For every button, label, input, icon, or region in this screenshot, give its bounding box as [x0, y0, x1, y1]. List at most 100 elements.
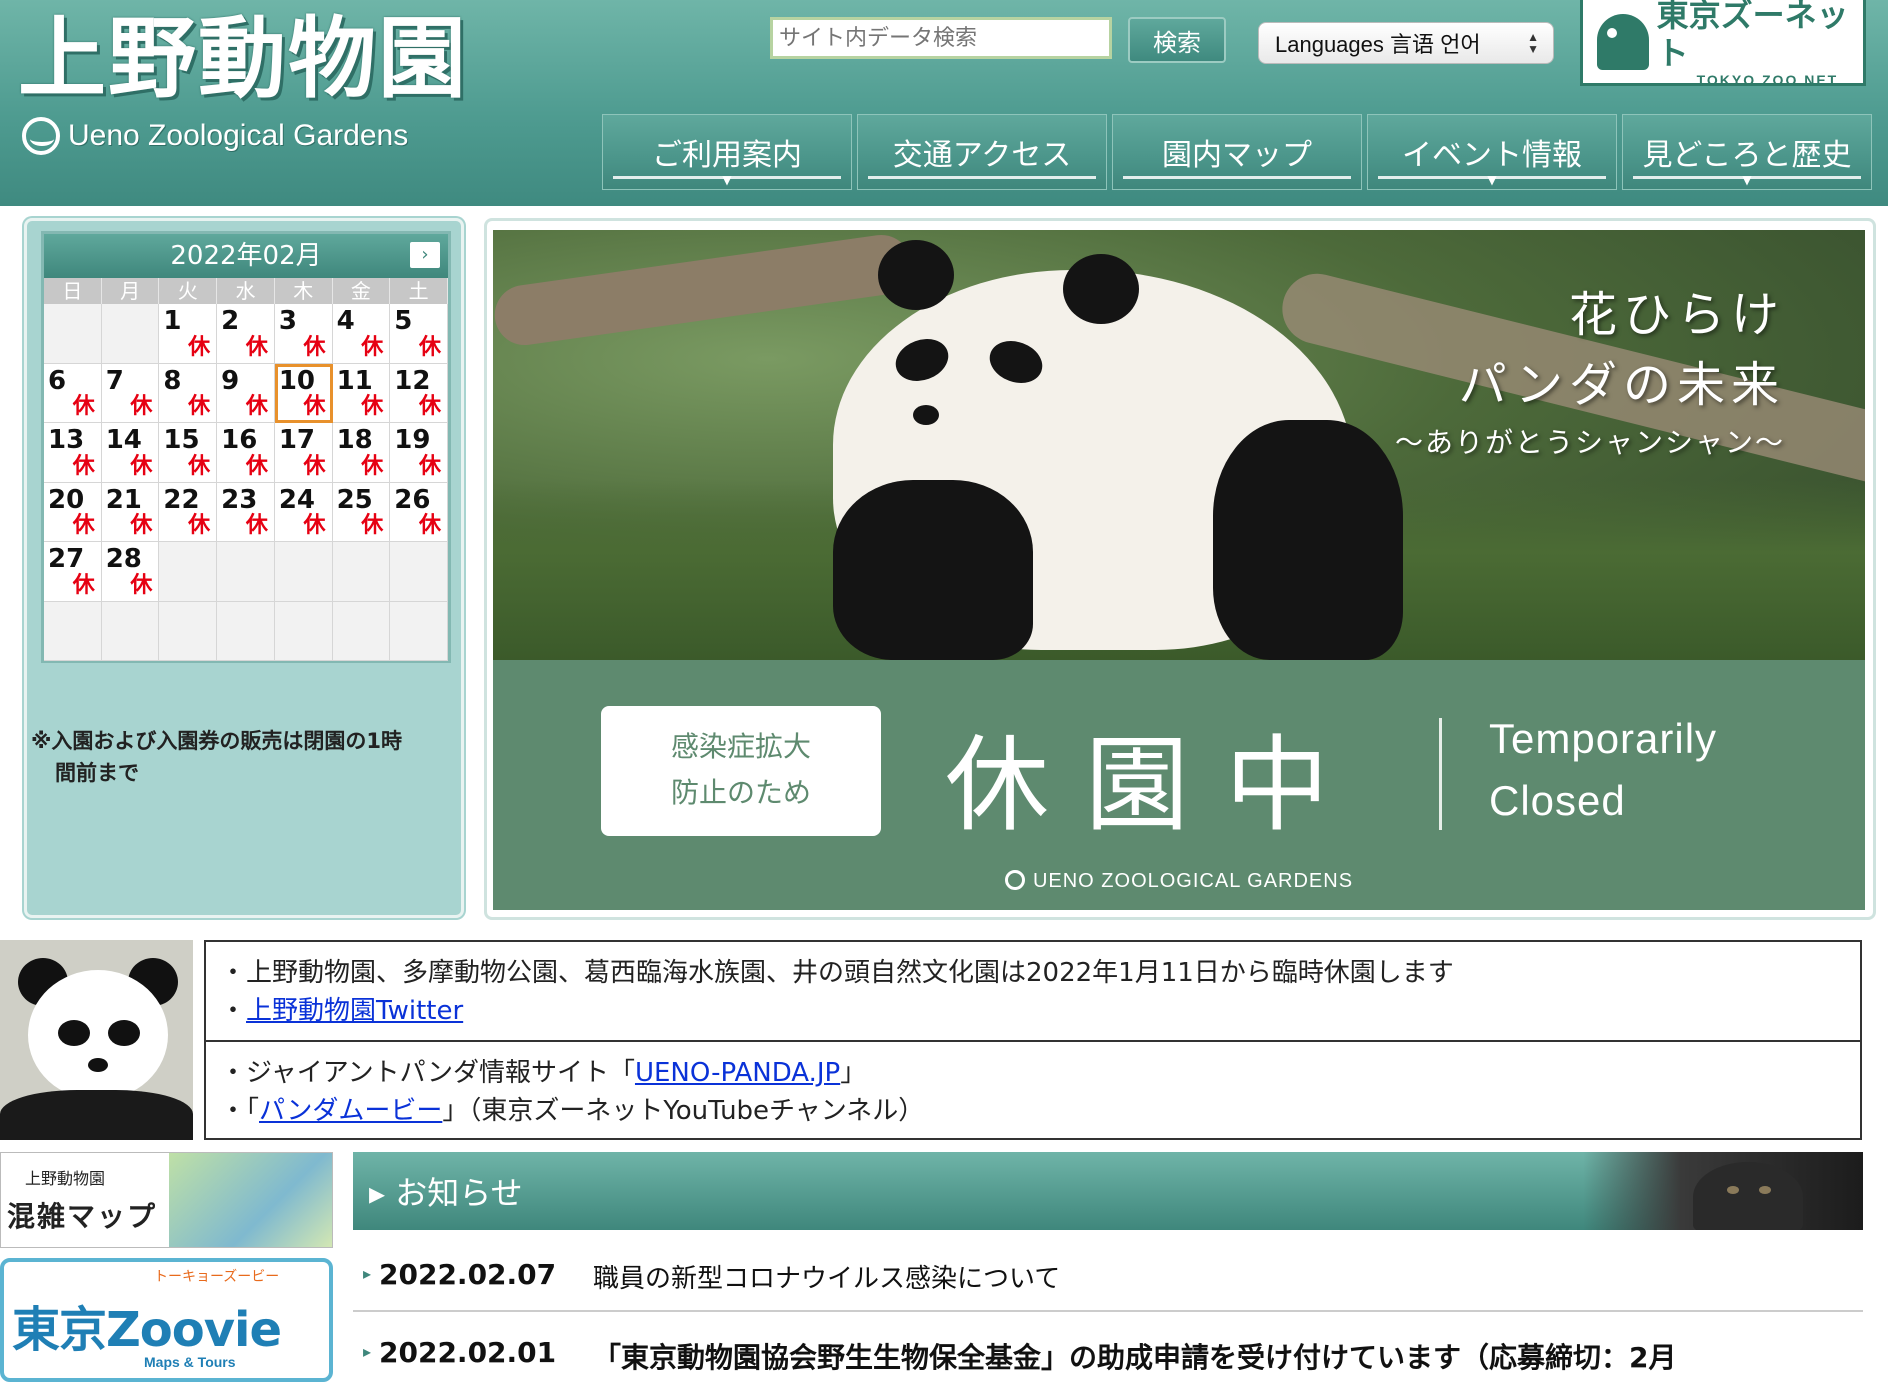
band-divider	[1439, 718, 1442, 830]
closed-mark: 休	[303, 453, 326, 479]
closed-mark: 休	[418, 394, 441, 419]
closed-mark: 休	[188, 513, 211, 538]
nav-item-label: 見どころと歴史	[1642, 138, 1852, 173]
calendar-day[interactable]: 5休	[390, 304, 448, 364]
calendar-day[interactable]: 24 休	[274, 482, 333, 542]
weekday-label: 金	[333, 278, 391, 304]
chevron-down-icon: ▼	[1742, 173, 1752, 187]
calendar-day-number: 3	[278, 306, 297, 336]
news-heading: ▸ お知らせ	[369, 1174, 523, 1212]
language-select[interactable]: Languages 言语 언어 ▲ ▼	[1258, 22, 1554, 64]
nav-item-1[interactable]: 交通アクセス	[857, 114, 1107, 190]
calendar-day-number: 6	[48, 365, 67, 396]
calendar-day[interactable]: 18 休	[332, 423, 391, 483]
news-item[interactable]: ▸ 2022.02.07 職員の新型コロナウイルス感染について	[353, 1242, 1863, 1310]
calendar-day[interactable]: 13 休	[44, 423, 102, 483]
calendar-empty-cell	[332, 601, 391, 661]
calendar-day[interactable]: 23 休	[217, 482, 275, 542]
calendar-day-number: 8	[163, 365, 182, 396]
closed-mark: 休	[130, 513, 153, 538]
calendar-day-number: 2	[221, 306, 240, 336]
calendar-day[interactable]: 3休	[274, 304, 333, 364]
chevron-down-icon: ▼	[1487, 173, 1497, 187]
closure-notice-text: ・上野動物園、多摩動物公園、葛西臨海水族園、井の頭自然文化園は2022年1月11…	[220, 958, 1454, 988]
calendar-empty-cell	[217, 601, 275, 661]
nav-item-label: イベント情報	[1402, 138, 1582, 173]
ueno-logo-icon	[22, 117, 60, 155]
news-item[interactable]: ▸ 2022.02.01 「東京動物園協会野生生物保全基金」の助成申請を受け付け…	[353, 1320, 1863, 1388]
notice-box: ・上野動物園、多摩動物公園、葛西臨海水族園、井の頭自然文化園は2022年1月11…	[204, 940, 1862, 1140]
calendar-day[interactable]: 8休	[159, 363, 218, 423]
hero-banner[interactable]: 花ひらけ パンダの未来 ～ありがとうシャンシャン～ 感染症拡大 防止のため 休園…	[493, 230, 1865, 910]
calendar-day[interactable]: 19 休	[390, 423, 448, 483]
infection-box-line2: 防止のため	[670, 776, 811, 809]
hero-title: 花ひらけ パンダの未来 ～ありがとうシャンシャン～	[1395, 280, 1785, 466]
panda-thumbnail[interactable]	[0, 940, 193, 1140]
weekday-label: 火	[159, 278, 218, 304]
closed-mark: 休	[72, 394, 95, 419]
calendar-day[interactable]: 2休	[217, 304, 275, 364]
search-button[interactable]: 検索	[1128, 17, 1226, 63]
gorilla-eye	[1759, 1186, 1771, 1194]
site-logo-japanese[interactable]: 上野動物園	[18, 4, 468, 114]
panda-site-suffix: 」	[840, 1058, 867, 1088]
next-month-arrow-icon[interactable]: ›	[410, 242, 440, 268]
calendar-day[interactable]: 12 休	[390, 363, 448, 423]
closed-mark: 休	[245, 394, 268, 419]
calendar-day[interactable]: 11 休	[332, 363, 391, 423]
calendar-day[interactable]: 9休	[217, 363, 275, 423]
calendar-day[interactable]: 7休	[101, 363, 160, 423]
calendar-day[interactable]: 1休	[159, 304, 218, 364]
nav-item-0[interactable]: ご利用案内 ▼	[602, 114, 852, 190]
calendar-day[interactable]: 6休	[44, 363, 102, 423]
calendar-day[interactable]: 17 休	[274, 423, 333, 483]
nav-item-4[interactable]: 見どころと歴史 ▼	[1622, 114, 1872, 190]
tokyo-zoovie-banner[interactable]: トーキョーズービー 東京Zoovie Maps & Tours	[0, 1258, 333, 1382]
closed-mark: 休	[245, 513, 268, 538]
admission-note-line2: 間前まで	[55, 761, 139, 785]
calendar-empty-cell	[217, 542, 275, 602]
calendar-day[interactable]: 27 休	[44, 542, 102, 602]
calendar-day-number: 4	[336, 306, 355, 336]
calendar-month-label: 2022年02月	[170, 241, 322, 271]
closed-mark: 休	[361, 453, 384, 479]
news-title[interactable]: 職員の新型コロナウイルス感染について	[593, 1258, 1060, 1295]
tokyo-zoo-net-logo[interactable]: 東京ズーネット TOKYO ZOO NET	[1580, 0, 1866, 88]
calendar-day[interactable]: 25 休	[332, 482, 391, 542]
closed-mark: 休	[72, 453, 95, 479]
calendar-day[interactable]: 4休	[332, 304, 391, 364]
calendar-day-number: 1	[163, 306, 182, 336]
news-title[interactable]: 「東京動物園協会野生生物保全基金」の助成申請を受け付けています（応募締切：2月	[593, 1336, 1677, 1376]
gorilla-eye	[1727, 1186, 1739, 1194]
band-footer: UENO ZOOLOGICAL GARDENS	[493, 870, 1865, 893]
calendar-day-number: 9	[221, 365, 240, 396]
band-footer-text: UENO ZOOLOGICAL GARDENS	[1032, 870, 1354, 892]
calendar-day[interactable]: 20 休	[44, 482, 102, 542]
weekday-label: 木	[275, 278, 333, 304]
calendar-day[interactable]: 15 休	[159, 423, 218, 483]
closed-mark: 休	[130, 572, 153, 598]
calendar-day[interactable]: 22 休	[159, 482, 218, 542]
calendar-day[interactable]: 10 休	[274, 363, 333, 423]
congestion-map-banner[interactable]: 上野動物園 混雑マップ	[0, 1152, 333, 1248]
calendar-day[interactable]: 16 休	[217, 423, 275, 483]
calendar-day[interactable]: 21 休	[101, 482, 160, 542]
closed-mark: 休	[418, 453, 441, 479]
calendar-empty-cell	[390, 542, 448, 602]
news-heading-text: お知らせ	[395, 1174, 523, 1212]
calendar-day[interactable]: 28 休	[101, 542, 160, 602]
nav-item-2[interactable]: 園内マップ	[1112, 114, 1362, 190]
ueno-panda-link[interactable]: UENO-PANDA.JP	[635, 1058, 840, 1088]
panda-ear	[1063, 254, 1139, 324]
closed-band: 感染症拡大 防止のため 休園中 Temporarily Closed UENO …	[493, 660, 1865, 910]
calendar-day[interactable]: 14 休	[101, 423, 160, 483]
twitter-link[interactable]: 上野動物園Twitter	[246, 996, 463, 1026]
calendar-empty-cell	[159, 601, 218, 661]
panda-movie-link[interactable]: パンダムービー	[259, 1096, 442, 1126]
calendar-day[interactable]: 26 休	[390, 482, 448, 542]
nav-underline	[1123, 176, 1351, 179]
hero-title-line2: パンダの未来	[1458, 357, 1785, 413]
site-logo-english[interactable]: Ueno Zoological Gardens	[22, 114, 408, 158]
site-search-input[interactable]	[770, 17, 1112, 59]
nav-item-3[interactable]: イベント情報 ▼	[1367, 114, 1617, 190]
